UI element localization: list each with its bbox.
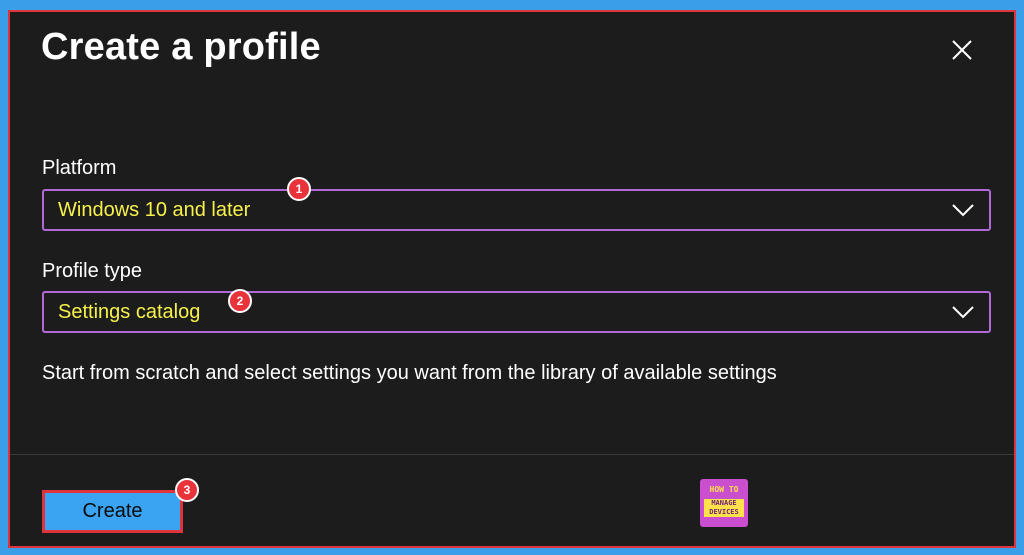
platform-select-value: Windows 10 and later	[58, 199, 251, 221]
profile-type-select-value: Settings catalog	[58, 301, 201, 323]
how-to-manage-devices-logo: HOW TO MANAGE DEVICES	[700, 479, 748, 527]
platform-label: Platform	[42, 157, 117, 179]
step-badge-1: 1	[287, 177, 311, 201]
close-icon[interactable]	[950, 38, 974, 62]
create-button[interactable]: Create	[42, 490, 183, 533]
logo-text-top: HOW TO	[709, 485, 739, 494]
profile-type-select[interactable]: Settings catalog	[42, 291, 991, 333]
platform-select[interactable]: Windows 10 and later	[42, 189, 991, 231]
chevron-down-icon	[951, 304, 975, 320]
create-profile-dialog: Create a profile Platform Windows 10 and…	[8, 10, 1016, 548]
step-badge-3: 3	[175, 478, 199, 502]
step-badge-2: 2	[228, 289, 252, 313]
profile-type-description: Start from scratch and select settings y…	[42, 362, 777, 384]
logo-text-bottom: MANAGE DEVICES	[704, 499, 744, 517]
footer-divider	[10, 454, 1014, 455]
profile-type-label: Profile type	[42, 260, 143, 282]
chevron-down-icon	[951, 202, 975, 218]
dialog-title: Create a profile	[41, 26, 321, 68]
